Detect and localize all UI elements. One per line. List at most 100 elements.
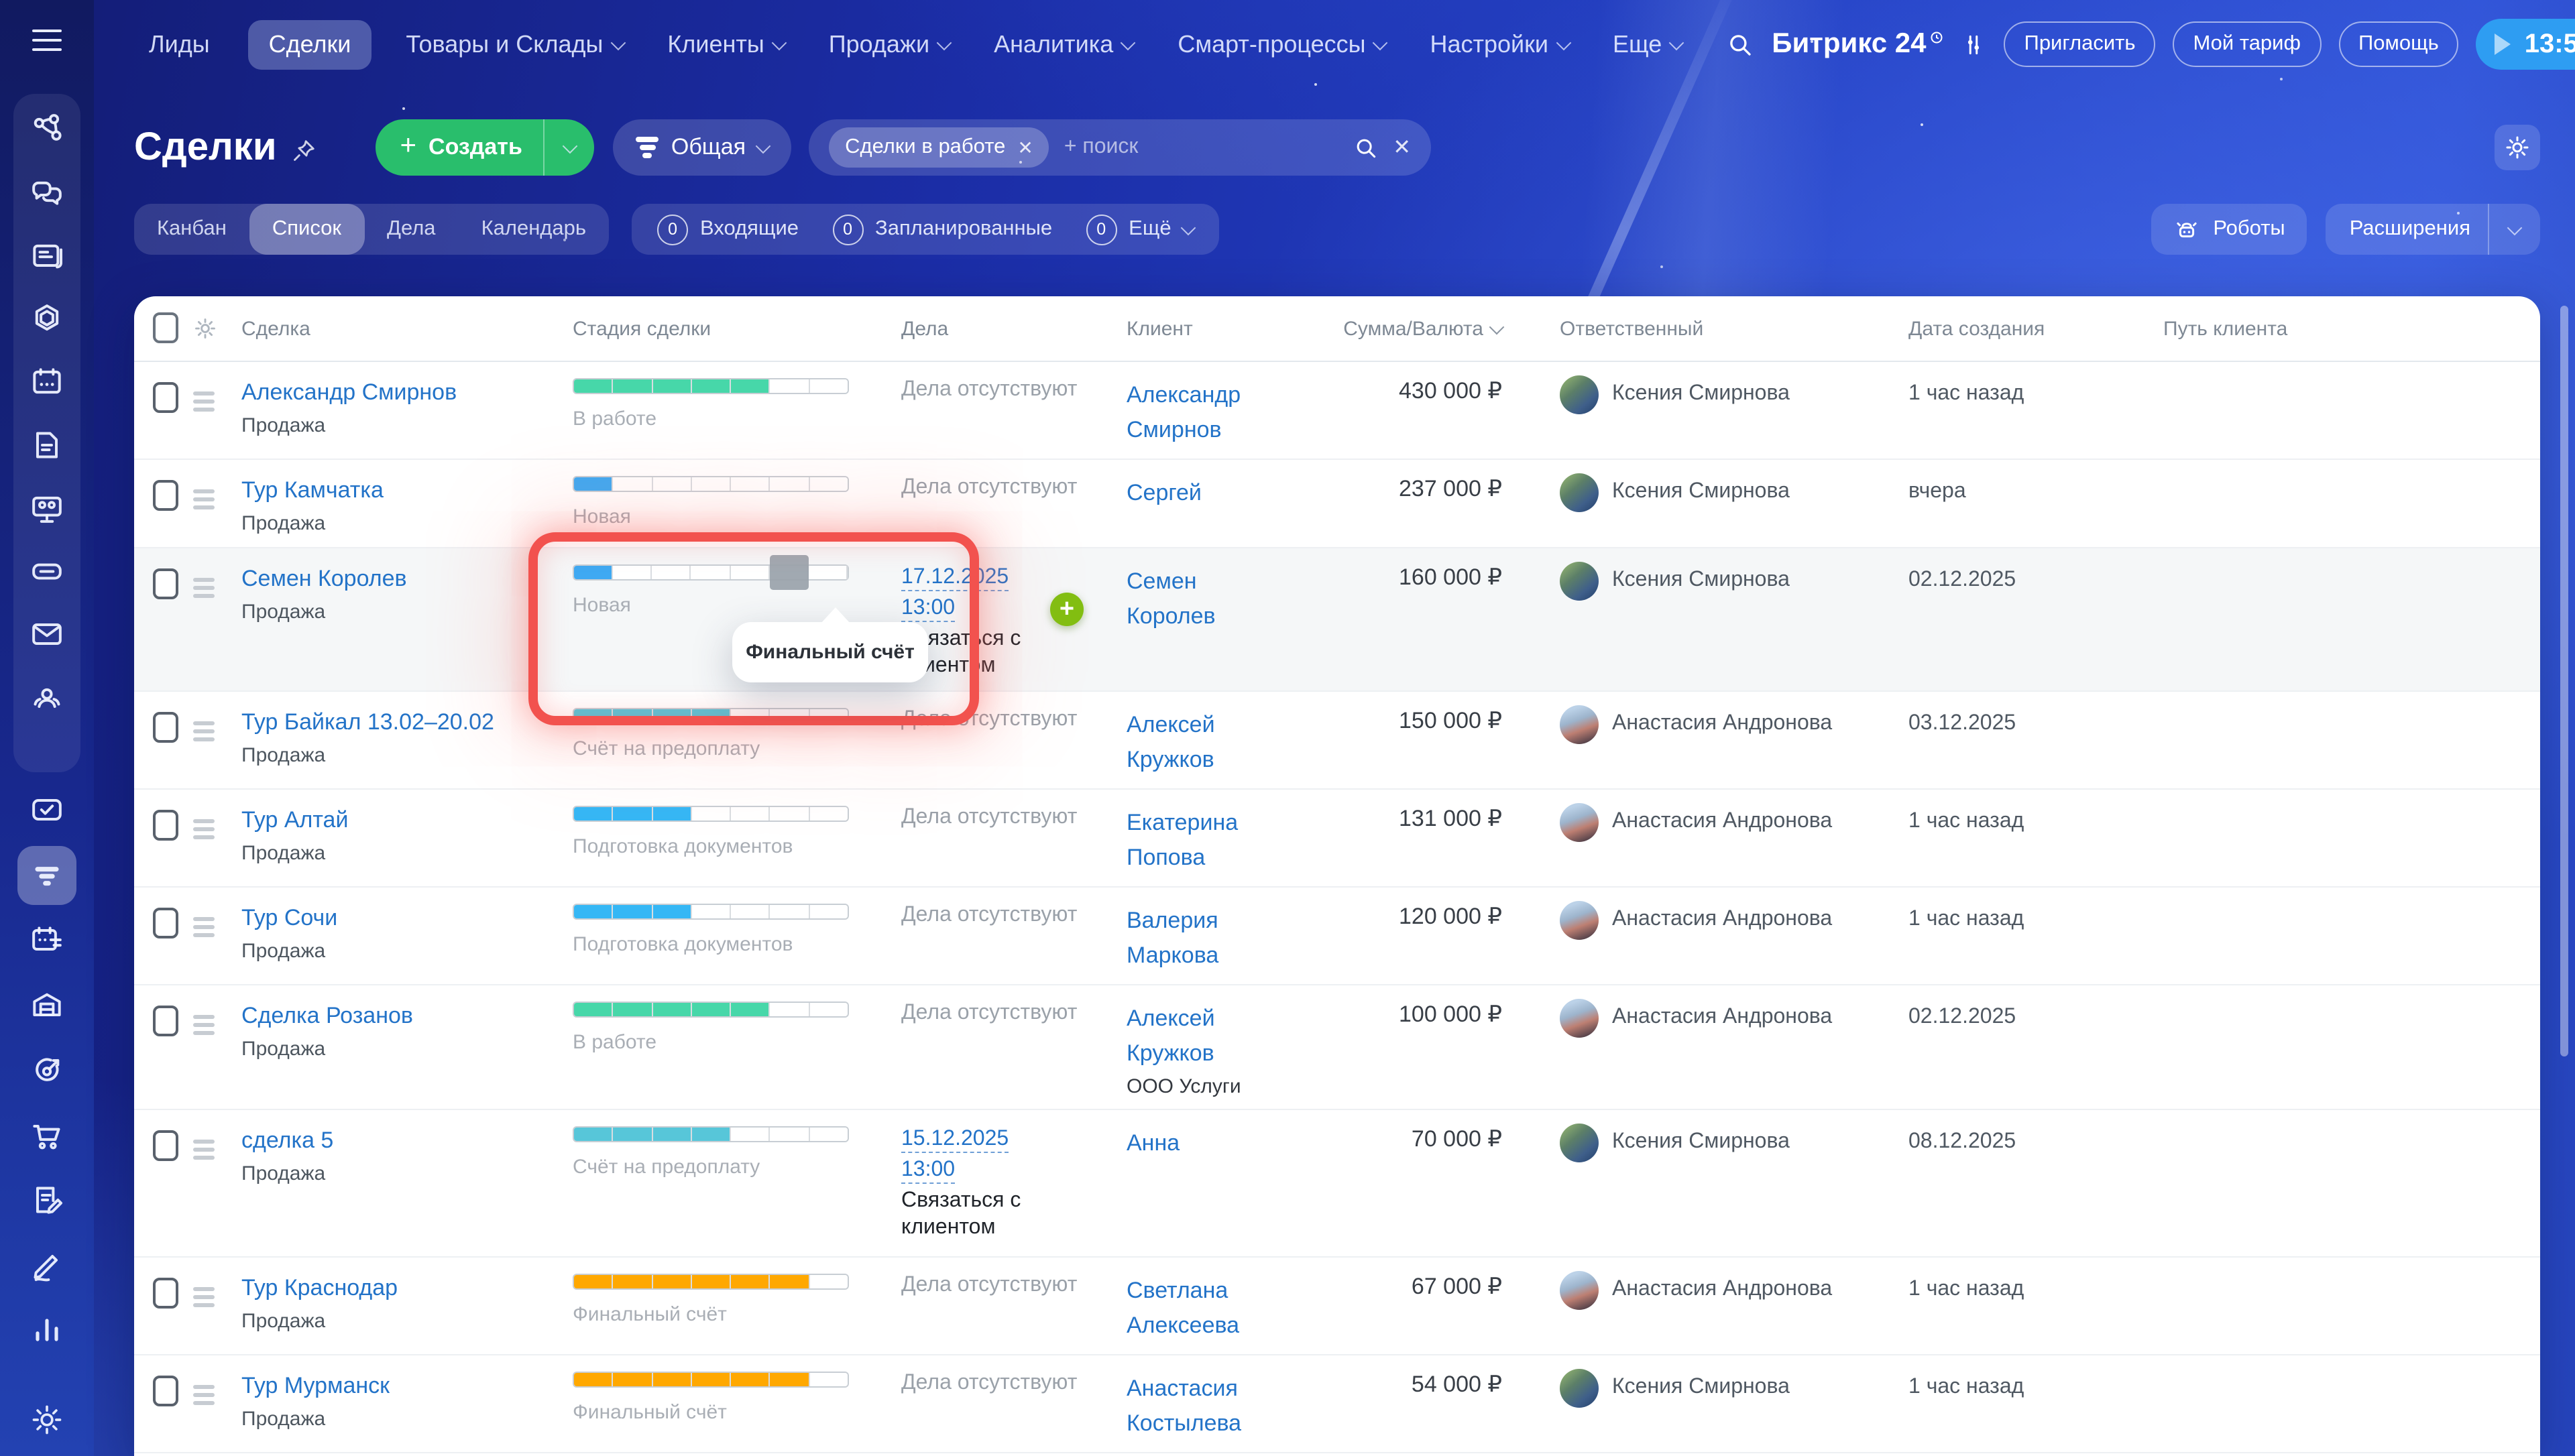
help-button[interactable]: Помощь xyxy=(2338,21,2459,67)
drag-handle-icon[interactable] xyxy=(193,1385,215,1405)
avatar[interactable] xyxy=(1560,1369,1599,1408)
tab-activities[interactable]: Дела xyxy=(364,204,459,255)
col-header-activities[interactable]: Дела xyxy=(901,317,1127,340)
row-checkbox[interactable] xyxy=(153,1130,178,1161)
search-filter-bar[interactable]: Сделки в работе ✕ + поиск ✕ xyxy=(809,119,1432,176)
deal-name-link[interactable]: Тур Сочи xyxy=(241,904,337,932)
extensions-split-button[interactable]: Расширения xyxy=(2325,204,2540,255)
hexagon-badge-icon[interactable] xyxy=(28,300,66,338)
warehouse-icon[interactable] xyxy=(28,987,66,1024)
stage-progress-bar[interactable] xyxy=(573,476,849,492)
col-header-client-path[interactable]: Путь клиента xyxy=(2149,317,2540,340)
avatar[interactable] xyxy=(1560,803,1599,842)
create-deal-split-button[interactable]: + Создать xyxy=(376,119,595,176)
responsible-name[interactable]: Анастасия Андронова xyxy=(1612,1004,1832,1031)
table-row[interactable]: сделка 5 Продажа Счёт на предоплату 15.12… xyxy=(134,1110,2540,1258)
nav-clients[interactable]: Клиенты xyxy=(667,30,787,58)
row-checkbox[interactable] xyxy=(153,908,178,938)
responsible-name[interactable]: Ксения Смирнова xyxy=(1612,1374,1790,1401)
tasks-icon[interactable] xyxy=(28,792,66,829)
nav-leads[interactable]: Лиды xyxy=(149,30,210,58)
table-row[interactable]: Тур Камчатка Продажа Новая Дела отсутству… xyxy=(134,460,2540,548)
search-placeholder[interactable]: + поиск xyxy=(1064,135,1139,160)
deal-name-link[interactable]: Семен Королев xyxy=(241,564,407,593)
drag-handle-icon[interactable] xyxy=(193,819,215,839)
avatar[interactable] xyxy=(1560,999,1599,1038)
responsible-name[interactable]: Ксения Смирнова xyxy=(1612,567,1790,594)
col-header-sum[interactable]: Сумма/Валюта xyxy=(1341,317,1537,340)
counter-incoming[interactable]: 0 Входящие xyxy=(657,214,799,245)
people-icon[interactable] xyxy=(28,678,66,716)
funnel-selector-button[interactable]: Общая xyxy=(613,119,792,176)
deal-name-link[interactable]: Тур Алтай xyxy=(241,806,348,834)
responsible-name[interactable]: Анастасия Андронова xyxy=(1612,906,1832,933)
nav-deals-selected[interactable]: Сделки xyxy=(248,19,371,69)
counter-more[interactable]: 0 Ещё xyxy=(1086,214,1196,245)
stage-progress-bar[interactable] xyxy=(573,904,849,920)
client-link[interactable]: Валерия Маркова xyxy=(1127,904,1277,973)
filter-chip-deals-in-progress[interactable]: Сделки в работе ✕ xyxy=(829,127,1049,168)
table-row[interactable]: Тур КазаньПродажа В работе Дела отсутств… xyxy=(134,1453,2540,1456)
deal-name-link[interactable]: сделка 5 xyxy=(241,1126,333,1154)
my-tariff-button[interactable]: Мой тариф xyxy=(2173,21,2321,67)
nav-products[interactable]: Товары и Склады xyxy=(406,30,626,58)
stage-progress-bar[interactable] xyxy=(573,1126,849,1142)
drag-handle-icon[interactable] xyxy=(193,917,215,937)
stage-progress-bar[interactable] xyxy=(573,806,849,822)
chat-icon[interactable] xyxy=(28,174,66,212)
client-link[interactable]: Анастасия Костылева xyxy=(1127,1372,1277,1441)
tab-kanban[interactable]: Канбан xyxy=(134,204,249,255)
drag-handle-icon[interactable] xyxy=(193,1015,215,1035)
chevron-down-icon[interactable] xyxy=(2507,219,2523,235)
remove-filter-icon[interactable]: ✕ xyxy=(1017,136,1033,159)
mail-icon[interactable] xyxy=(28,615,66,653)
invite-button[interactable]: Пригласить xyxy=(2004,21,2156,67)
nav-sales[interactable]: Продажи xyxy=(829,30,952,58)
sign-document-icon[interactable] xyxy=(28,1182,66,1219)
clear-search-icon[interactable]: ✕ xyxy=(1393,134,1411,161)
robots-button[interactable]: Роботы xyxy=(2151,204,2307,255)
select-all-checkbox[interactable] xyxy=(153,312,178,343)
menu-burger-icon[interactable] xyxy=(32,29,62,58)
col-header-created[interactable]: Дата создания xyxy=(1896,317,2149,340)
avatar[interactable] xyxy=(1560,1124,1599,1162)
marketing-target-icon[interactable] xyxy=(28,1052,66,1089)
nav-smart-processes[interactable]: Смарт-процессы xyxy=(1178,30,1388,58)
columns-settings-gear-icon[interactable] xyxy=(193,316,241,341)
row-checkbox[interactable] xyxy=(153,1006,178,1036)
settings-gear-icon[interactable] xyxy=(30,1402,64,1437)
client-link[interactable]: Анна xyxy=(1127,1126,1180,1161)
deal-name-link[interactable]: Александр Смирнов xyxy=(241,378,457,406)
news-feed-icon[interactable] xyxy=(28,237,66,275)
avatar[interactable] xyxy=(1560,473,1599,512)
drag-handle-icon[interactable] xyxy=(193,578,215,598)
pen-icon[interactable] xyxy=(28,1247,66,1284)
row-checkbox[interactable] xyxy=(153,480,178,511)
activity-date-link[interactable]: 17.12.2025 xyxy=(901,564,1009,591)
row-checkbox[interactable] xyxy=(153,568,178,599)
table-row[interactable]: Тур Сочи Продажа Подготовка документов Де… xyxy=(134,888,2540,985)
network-icon[interactable] xyxy=(28,111,66,149)
stage-progress-bar[interactable] xyxy=(573,378,849,394)
client-link[interactable]: Семен Королев xyxy=(1127,564,1277,634)
shop-cart-icon[interactable] xyxy=(28,1117,66,1154)
stage-progress-bar[interactable] xyxy=(573,1274,849,1290)
client-link[interactable]: Алексей Кружков xyxy=(1127,1002,1277,1071)
nav-more[interactable]: Еще xyxy=(1613,30,1684,58)
pin-icon[interactable] xyxy=(292,137,317,163)
client-link[interactable]: Алексей Кружков xyxy=(1127,708,1277,778)
deal-name-link[interactable]: Тур Краснодар xyxy=(241,1274,398,1302)
nav-settings[interactable]: Настройки xyxy=(1430,30,1571,58)
avatar[interactable] xyxy=(1560,375,1599,414)
stage-progress-bar[interactable] xyxy=(573,708,849,724)
row-checkbox[interactable] xyxy=(153,1278,178,1309)
document-icon[interactable] xyxy=(28,426,66,464)
avatar[interactable] xyxy=(1560,562,1599,601)
drive-icon[interactable] xyxy=(28,552,66,590)
table-row[interactable]: Александр Смирнов Продажа В работе Дела о… xyxy=(134,362,2540,460)
counter-planned[interactable]: 0 Запланированные xyxy=(832,214,1052,245)
brand-logo[interactable]: Битрикс 24 xyxy=(1772,28,1943,60)
table-row[interactable]: Тур Алтай Продажа Подготовка документов Д… xyxy=(134,790,2540,888)
drag-handle-icon[interactable] xyxy=(193,1287,215,1307)
col-header-client[interactable]: Клиент xyxy=(1127,317,1341,340)
